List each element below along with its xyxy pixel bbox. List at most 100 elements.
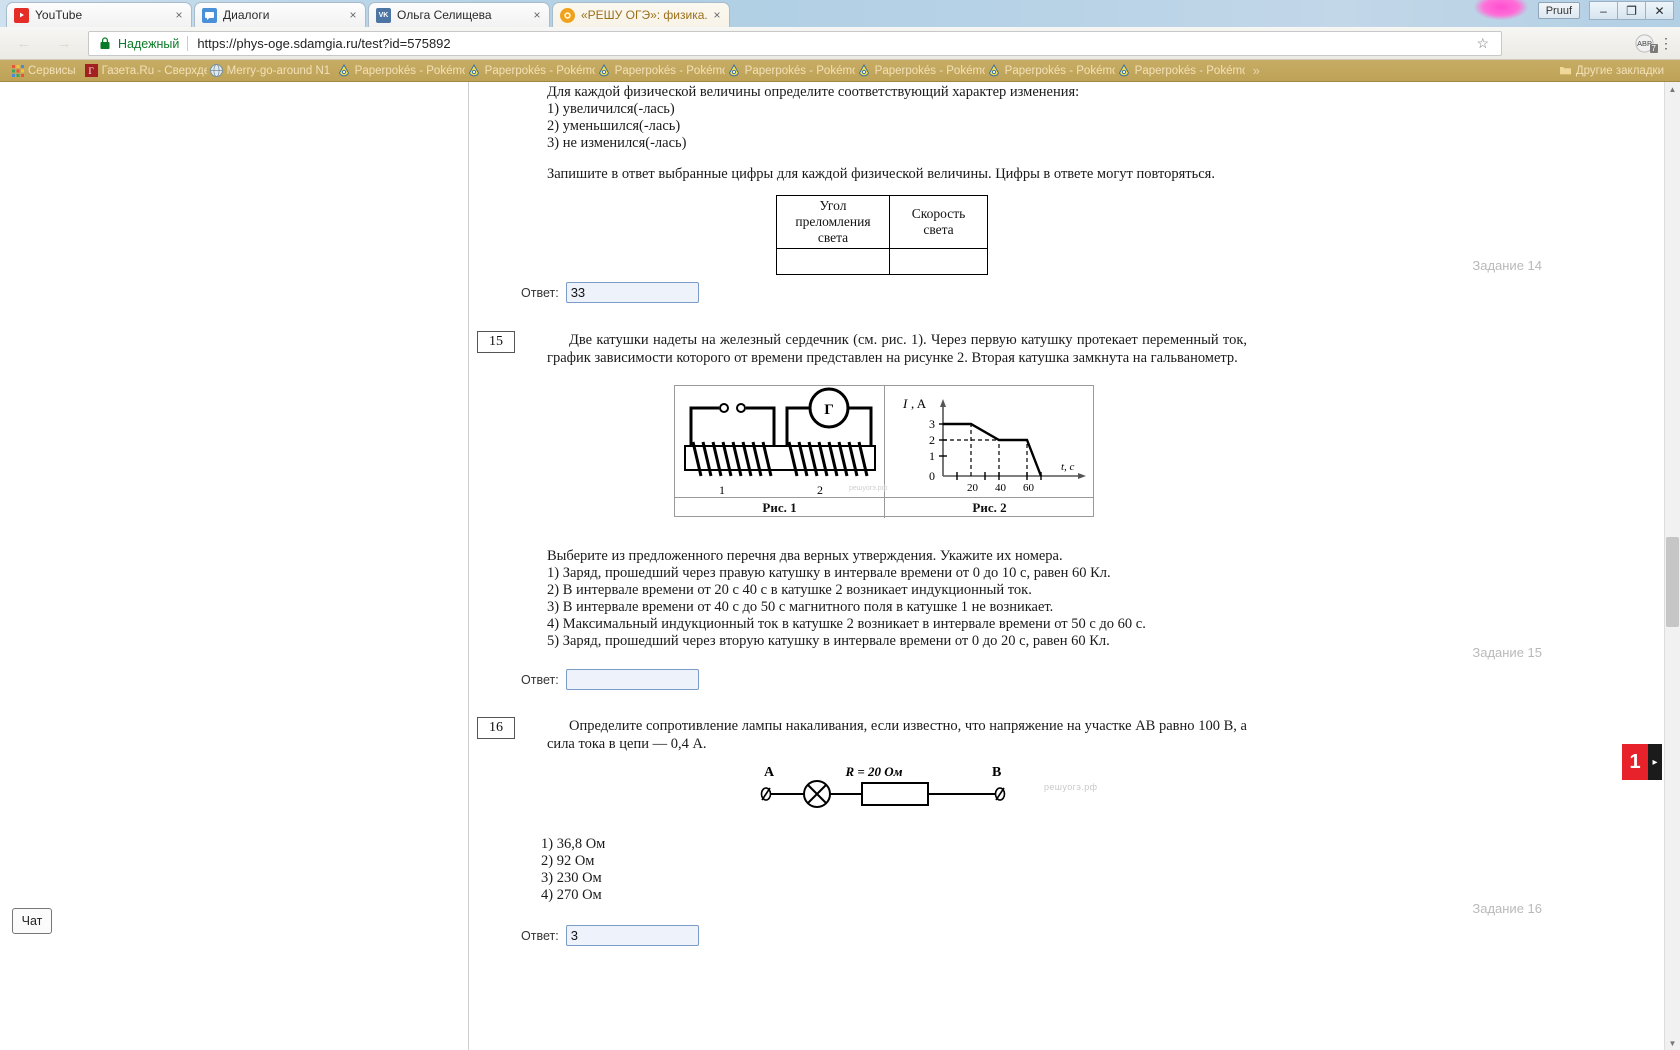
bookmark-label: Paperpokés - Pokémo (484, 64, 595, 77)
pokeball-icon (468, 64, 481, 77)
bookmark-item-paperpokes-4[interactable]: Paperpokés - Pokémo (725, 61, 855, 80)
coils-on-iron-core-diagram: Г (684, 387, 876, 477)
bookmark-item-paperpokes-7[interactable]: Paperpokés - Pokémo (1115, 61, 1245, 80)
scroll-down-arrow-icon[interactable]: ▼ (1666, 1036, 1679, 1050)
page-scrollbar[interactable]: ▲ ▼ (1664, 82, 1680, 1050)
chrome-menu-icon[interactable]: ⋮ (1659, 34, 1673, 53)
bookmark-item-paperpokes-2[interactable]: Paperpokés - Pokémo (465, 61, 595, 80)
maximize-button[interactable]: ❐ (1617, 1, 1646, 20)
table-cell-light-speed[interactable] (889, 248, 988, 275)
pokeball-icon (1118, 64, 1131, 77)
bookmark-item-paperpokes-6[interactable]: Paperpokés - Pokémo (985, 61, 1115, 80)
galvanometer-label: Г (824, 402, 834, 418)
pruuf-badge[interactable]: Pruuf (1537, 2, 1580, 19)
pokeball-icon (598, 64, 611, 77)
close-icon[interactable]: × (345, 8, 361, 22)
address-bar[interactable]: Надежный https://phys-oge.sdamgia.ru/tes… (88, 31, 1502, 56)
task15-option-3: 3) В интервале времени от 40 с до 50 с м… (547, 599, 1054, 615)
y-tick-1: 1 (929, 449, 935, 463)
answer-label: Ответ: (521, 672, 559, 687)
table-header-light-speed: Скорость света (889, 195, 988, 249)
bookmarks-bar: Сервисы Г Газета.Ru - Сверхдер Merry-go-… (0, 60, 1680, 82)
task15-option-2: 2) В интервале времени от 20 с 40 с в ка… (547, 582, 1032, 598)
x-tick-40: 40 (995, 482, 1007, 494)
table-cell-refraction-angle[interactable] (776, 248, 890, 275)
side-widget-arrow-icon[interactable]: ▸ (1648, 744, 1662, 780)
task15-answer-row: Ответ: (521, 669, 699, 690)
task15-label: Задание 15 (1472, 645, 1542, 660)
close-window-button[interactable]: ✕ (1645, 1, 1674, 20)
minimize-button[interactable]: – (1589, 1, 1618, 20)
current-curve (943, 422, 1043, 477)
bookmark-label: Merry-go-around N1 (226, 64, 331, 77)
apps-grid-icon (11, 64, 24, 77)
task14-answer-table: Угол преломления света Скорость света (776, 195, 988, 275)
bookmark-item-other-bookmarks[interactable]: Другие закладки (1556, 61, 1670, 80)
pokeball-icon (988, 64, 1001, 77)
task14-intro: Для каждой физической величины определит… (547, 84, 1080, 100)
figure-divider (675, 497, 884, 498)
secure-label: Надежный (118, 36, 180, 51)
pokeball-icon (858, 64, 871, 77)
message-icon (202, 7, 217, 23)
task16-option-2: 2) 92 Ом (541, 853, 595, 869)
browser-tab-reshu-oge[interactable]: «РЕШУ ОГЭ»: физика. О × (552, 2, 730, 27)
url-text: https://phys-oge.sdamgia.ru/test?id=5758… (197, 36, 451, 51)
bookmark-item-paperpokes-3[interactable]: Paperpokés - Pokémo (595, 61, 725, 80)
side-widget-badge[interactable]: 1 (1622, 744, 1648, 780)
x-tick-60: 60 (1023, 482, 1035, 494)
bookmark-star-icon[interactable]: ☆ (1476, 35, 1489, 52)
task16-number-box: 16 (477, 717, 515, 739)
bookmark-item-paperpokes-5[interactable]: Paperpokés - Pokémo (855, 61, 985, 80)
task16-figure-circuit: A B R = 20 Ом (754, 764, 1014, 819)
bookmark-label: Paperpokés - Pokémo (874, 64, 985, 77)
close-icon[interactable]: × (529, 8, 545, 22)
table-header-row: Угол преломления света Скорость света (776, 195, 988, 249)
figure-ris-1-coils: Г 1 2 Рис. 1 (675, 386, 885, 518)
window-controls: – ❐ ✕ (1589, 1, 1674, 20)
svg-text:, A: , A (911, 396, 927, 411)
scrollbar-thumb[interactable] (1666, 537, 1679, 627)
test-content-column: Для каждой физической величины определит… (468, 82, 1558, 1050)
figure-caption-ris-2: Рис. 2 (972, 500, 1007, 515)
vk-icon: VK (376, 7, 391, 23)
task16-label: Задание 16 (1472, 901, 1542, 916)
chat-button[interactable]: Чат (12, 908, 52, 934)
browser-tab-dialogs[interactable]: Диалоги × (194, 2, 366, 27)
bookmark-item-merry-go-around[interactable]: Merry-go-around N1 (207, 61, 335, 80)
task15-option-4: 4) Максимальный индукционный ток в катуш… (547, 616, 1146, 632)
task15-number-box: 15 (477, 331, 515, 353)
pokeball-icon (338, 64, 351, 77)
browser-tab-youtube[interactable]: YouTube × (6, 2, 192, 27)
x-tick-20: 20 (967, 482, 979, 494)
back-icon[interactable]: ← (12, 31, 36, 55)
close-icon[interactable]: × (171, 8, 187, 22)
bookmark-item-paperpokes-1[interactable]: Paperpokés - Pokémo (335, 61, 465, 80)
close-icon[interactable]: × (709, 8, 725, 22)
sun-icon (560, 7, 575, 23)
watermark-reshuoge: решуогэ.рф (1044, 782, 1098, 792)
tab-title: YouTube (35, 8, 83, 22)
scroll-up-arrow-icon[interactable]: ▲ (1666, 82, 1679, 96)
bookmark-label: Другие закладки (1575, 64, 1664, 77)
bookmarks-overflow-icon[interactable]: » (1245, 63, 1268, 78)
task14-option-3: 3) не изменился(-лась) (547, 135, 687, 151)
bookmark-label: Газета.Ru - Сверхдер (101, 64, 207, 77)
table-row (776, 248, 988, 275)
browser-tab-vk-olga[interactable]: VK Ольга Селищева × (368, 2, 550, 27)
tab-title: Ольга Селищева (397, 8, 492, 22)
folder-icon (1558, 64, 1572, 77)
bookmark-label: Paperpokés - Pokémo (1134, 64, 1245, 77)
task14-answer-input[interactable] (565, 282, 699, 303)
forward-icon[interactable]: → (52, 31, 76, 55)
bookmark-item-services[interactable]: Сервисы (8, 61, 82, 80)
task16-answer-input[interactable] (565, 925, 699, 946)
tab-strip: YouTube × Диалоги × VK Ольга Селищева × … (0, 0, 1680, 27)
node-a-label: A (764, 765, 775, 780)
bookmark-label: Paperpokés - Pokémo (1004, 64, 1115, 77)
task16-answer-row: Ответ: (521, 925, 699, 946)
omnibox-divider (187, 36, 189, 51)
task15-answer-input[interactable] (565, 669, 699, 690)
pokeball-icon (728, 64, 741, 77)
bookmark-item-gazeta[interactable]: Г Газета.Ru - Сверхдер (82, 61, 207, 80)
